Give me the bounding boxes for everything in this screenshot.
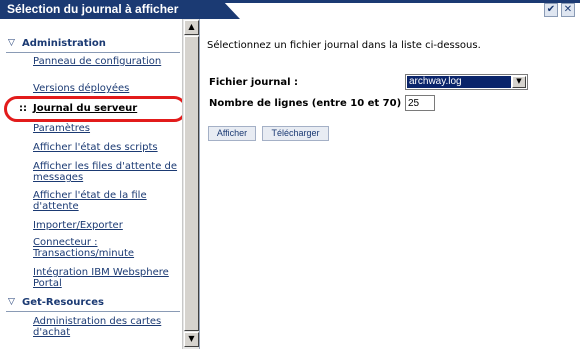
- sidebar-item-integration-ibm[interactable]: Intégration IBM Websphere Portal: [33, 267, 181, 289]
- afficher-button[interactable]: Afficher: [208, 126, 256, 141]
- divider: [6, 52, 180, 53]
- collapse-triangle-icon[interactable]: ▽: [8, 38, 15, 48]
- sidebar-item-parametres[interactable]: Paramètres: [33, 123, 181, 134]
- sidebar-item-importer-exporter[interactable]: Importer/Exporter: [33, 220, 181, 231]
- title-bar: Sélection du journal à afficher ✔ ✕: [0, 0, 580, 19]
- sidebar-scrollbar[interactable]: ▲ ▼: [182, 19, 199, 349]
- log-file-selected-value: archway.log: [407, 76, 511, 88]
- lines-label: Nombre de lignes (entre 10 et 70) :: [209, 98, 409, 109]
- close-icon[interactable]: ✕: [561, 3, 575, 17]
- window-title: Sélection du journal à afficher: [0, 0, 240, 19]
- scroll-down-icon[interactable]: ▼: [184, 332, 199, 347]
- telecharger-button[interactable]: Télécharger: [262, 126, 329, 141]
- checkmark-icon[interactable]: ✔: [544, 3, 558, 17]
- highlight-annotation: [4, 96, 187, 122]
- main-panel: Sélectionnez un fichier journal dans la …: [199, 19, 580, 349]
- title-bar-rule: [222, 0, 580, 3]
- sidebar-item-connecteur-transactions[interactable]: Connecteur : Transactions/minute: [33, 237, 181, 259]
- sidebar-item-etat-scripts[interactable]: Afficher l'état des scripts: [33, 142, 181, 153]
- divider: [6, 311, 180, 312]
- sidebar: ▽ Administration Panneau de configuratio…: [0, 19, 199, 349]
- instruction-text: Sélectionnez un fichier journal dans la …: [207, 40, 481, 51]
- sidebar-item-cartes-achat[interactable]: Administration des cartes d'achat: [33, 316, 181, 338]
- group-label: Administration: [22, 38, 106, 49]
- group-administration[interactable]: ▽ Administration: [0, 37, 182, 53]
- sidebar-nav: ▽ Administration Panneau de configuratio…: [0, 19, 182, 349]
- sidebar-item-versions-deployees[interactable]: Versions déployées: [33, 83, 181, 94]
- lines-input[interactable]: [405, 95, 435, 111]
- sidebar-item-panneau-configuration[interactable]: Panneau de configuration: [33, 56, 181, 67]
- group-get-resources[interactable]: ▽ Get-Resources: [0, 296, 182, 312]
- sidebar-item-files-attente[interactable]: Afficher les files d'attente de messages: [33, 161, 181, 183]
- scroll-thumb[interactable]: [184, 36, 199, 331]
- collapse-triangle-icon[interactable]: ▽: [8, 297, 15, 307]
- scroll-up-icon[interactable]: ▲: [184, 20, 199, 35]
- dropdown-arrow-icon[interactable]: ▼: [512, 76, 526, 88]
- group-label: Get-Resources: [22, 297, 104, 308]
- log-file-label: Fichier journal :: [209, 77, 299, 88]
- sidebar-item-etat-file-attente[interactable]: Afficher l'état de la file d'attente: [33, 190, 181, 212]
- log-file-select[interactable]: archway.log ▼: [405, 74, 528, 90]
